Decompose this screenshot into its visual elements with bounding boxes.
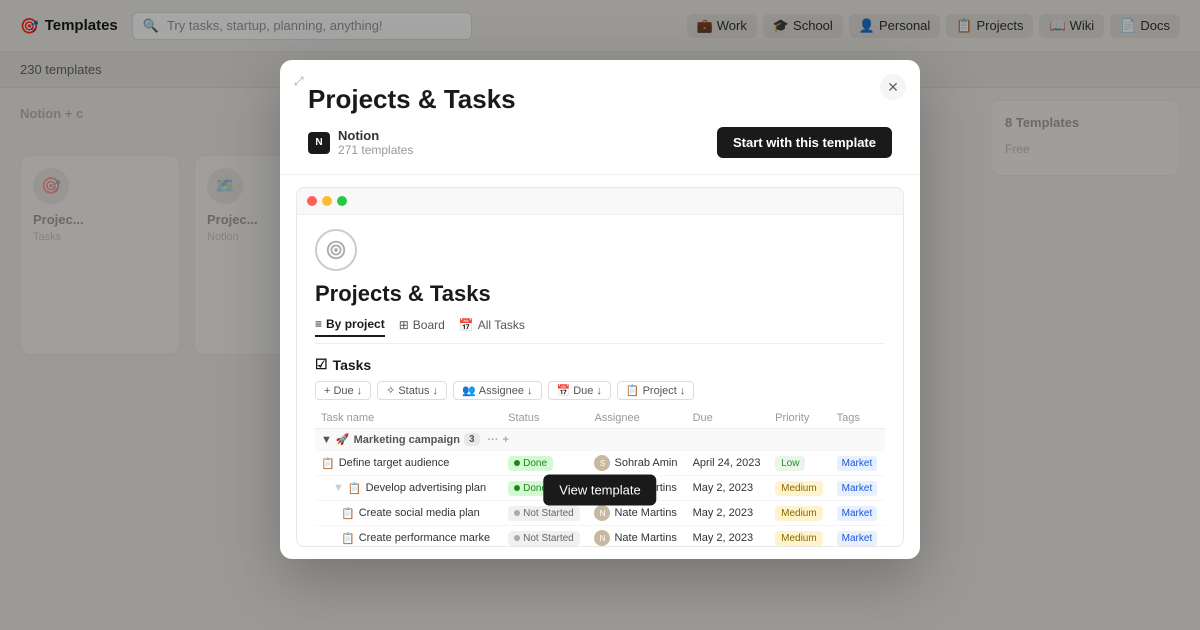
filter-project[interactable]: 📋 Project ↓ <box>617 381 694 400</box>
assignee-cell: S Sohrab Amin <box>588 451 686 476</box>
table-row: 📋 Create performance marke Not Started <box>315 526 885 548</box>
col-task: Task name <box>315 408 502 429</box>
group-icon: 🚀 <box>336 433 350 446</box>
group-label-cell: ▼ 🚀 Marketing campaign 3 ··· + <box>315 429 885 451</box>
author-name: Notion <box>338 128 413 143</box>
due-cell: April 24, 2023 <box>687 451 770 476</box>
priority-badge-medium: Medium <box>775 506 823 521</box>
tag-badge: Market <box>837 456 878 471</box>
filter-status[interactable]: ✧ Status ↓ <box>377 381 447 400</box>
avatar: N <box>594 505 610 521</box>
tag-cell: Market <box>831 526 885 548</box>
tab-by-project[interactable]: ≡ By project <box>315 317 385 337</box>
status-badge-done: Done <box>508 456 553 471</box>
task-icon: 📋 <box>321 457 335 470</box>
author-details: Notion 271 templates <box>338 128 413 157</box>
filter-bar: + Due ↓ ✧ Status ↓ 👥 Assignee ↓ 📅 Due ↓ … <box>315 381 885 400</box>
task-name: Create performance marke <box>359 532 490 544</box>
task-icon: 📋 <box>341 507 355 520</box>
filter-due2[interactable]: 📅 Due ↓ <box>548 381 611 400</box>
tag-badge: Market <box>837 531 878 546</box>
col-status: Status <box>502 408 588 429</box>
task-name-cell: 📋 Define target audience <box>315 451 502 476</box>
task-name-cell: 📋 Create performance marke <box>315 526 502 548</box>
group-collapse-icon[interactable]: ▼ <box>321 434 332 446</box>
template-count: 271 templates <box>338 143 413 157</box>
preview-inner: Projects & Tasks ≡ By project ⊞ Board 📅 … <box>296 187 904 547</box>
task-icon: 📋 <box>348 482 362 495</box>
notion-logo: N <box>308 132 330 154</box>
col-priority: Priority <box>769 408 831 429</box>
priority-badge-medium: Medium <box>775 481 823 496</box>
due-cell: May 2, 2023 <box>687 501 770 526</box>
window-controls <box>297 188 903 215</box>
group-row: ▼ 🚀 Marketing campaign 3 ··· + <box>315 429 885 451</box>
due-cell: May 2, 2023 <box>687 526 770 548</box>
task-name: Define target audience <box>339 457 450 469</box>
preview-section-title: ☑ Tasks <box>315 356 885 373</box>
modal-title: Projects & Tasks <box>308 84 892 115</box>
priority-badge-low: Low <box>775 456 805 471</box>
page-icon <box>315 229 357 271</box>
modal: ⤢ ✕ Projects & Tasks N Notion 271 templa… <box>280 60 920 559</box>
priority-cell: Medium <box>769 501 831 526</box>
status-cell: Not Started <box>502 526 588 548</box>
assignee-name: S Sohrab Amin <box>594 455 680 471</box>
table-row: 📋 Define target audience Done <box>315 451 885 476</box>
dot-green <box>337 196 347 206</box>
tag-badge: Market <box>837 506 878 521</box>
col-tags: Tags <box>831 408 885 429</box>
group-count: 3 <box>464 433 480 446</box>
view-template-button[interactable]: View template <box>543 475 656 506</box>
group-plus-icon[interactable]: + <box>503 434 509 446</box>
task-name-cell: ▼ 📋 Develop advertising plan <box>315 476 502 501</box>
modal-preview: Projects & Tasks ≡ By project ⊞ Board 📅 … <box>280 175 920 559</box>
modal-meta: N Notion 271 templates Start with this t… <box>308 127 892 158</box>
col-due: Due <box>687 408 770 429</box>
priority-cell: Low <box>769 451 831 476</box>
group-name: Marketing campaign <box>354 434 460 446</box>
modal-overlay: ⤢ ✕ Projects & Tasks N Notion 271 templa… <box>0 0 1200 630</box>
dot-red <box>307 196 317 206</box>
task-name: Develop advertising plan <box>366 482 486 494</box>
preview-tabs: ≡ By project ⊞ Board 📅 All Tasks <box>315 317 885 344</box>
tab-all-tasks[interactable]: 📅 All Tasks <box>459 317 525 337</box>
status-cell: Done <box>502 451 588 476</box>
tag-cell: Market <box>831 451 885 476</box>
assignee-cell: N Nate Martins <box>588 526 686 548</box>
task-icon: 📋 <box>341 532 355 545</box>
group-add-icon[interactable]: ··· <box>488 434 499 446</box>
filter-due[interactable]: + Due ↓ <box>315 381 371 400</box>
done-dot <box>514 460 520 466</box>
priority-cell: Medium <box>769 476 831 501</box>
avatar: N <box>594 530 610 546</box>
col-assignee: Assignee <box>588 408 686 429</box>
tag-badge: Market <box>837 481 878 496</box>
modal-header: ⤢ ✕ Projects & Tasks N Notion 271 templa… <box>280 60 920 175</box>
close-button[interactable]: ✕ <box>880 74 906 100</box>
priority-cell: Medium <box>769 526 831 548</box>
checkbox-icon: ☑ <box>315 356 328 373</box>
filter-assignee[interactable]: 👥 Assignee ↓ <box>453 381 541 400</box>
tag-cell: Market <box>831 476 885 501</box>
priority-badge-medium: Medium <box>775 531 823 546</box>
avatar: S <box>594 455 610 471</box>
status-badge-not-started: Not Started <box>508 531 580 546</box>
tag-cell: Market <box>831 501 885 526</box>
preview-page-content: Projects & Tasks ≡ By project ⊞ Board 📅 … <box>297 215 903 547</box>
dot-yellow <box>322 196 332 206</box>
tab-board[interactable]: ⊞ Board <box>399 317 445 337</box>
resize-icon[interactable]: ⤢ <box>294 74 304 89</box>
preview-page-title: Projects & Tasks <box>315 281 885 307</box>
due-cell: May 2, 2023 <box>687 476 770 501</box>
status-badge-not-started: Not Started <box>508 506 580 521</box>
start-template-button[interactable]: Start with this template <box>717 127 892 158</box>
modal-author: N Notion 271 templates <box>308 128 413 157</box>
task-name: Create social media plan <box>359 507 480 519</box>
group-label: ▼ 🚀 Marketing campaign 3 ··· + <box>321 433 879 446</box>
task-name-cell: 📋 Create social media plan <box>315 501 502 526</box>
indent-icon: ▼ <box>333 482 344 494</box>
